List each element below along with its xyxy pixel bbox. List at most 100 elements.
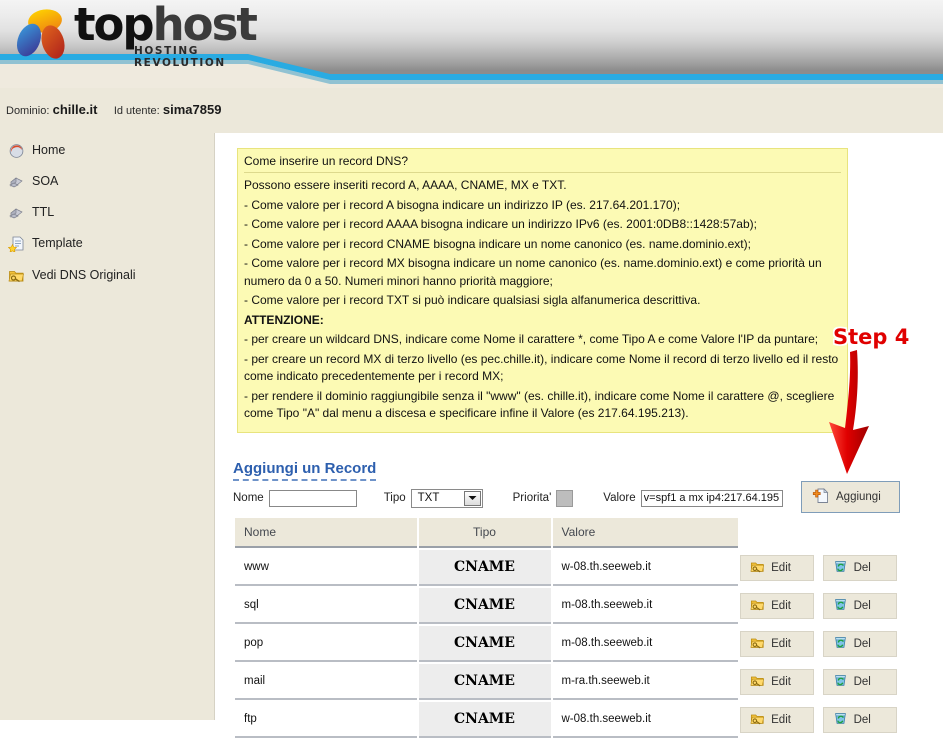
table-row: mail CNAME m-ra.th.seeweb.it Edit — [235, 664, 903, 700]
delete-button[interactable]: Del — [823, 669, 897, 695]
column-header-nome: Nome — [235, 518, 417, 548]
red-down-arrow-icon — [823, 348, 893, 478]
brand-wordmark: tophost HOSTING REVOLUTION — [74, 2, 258, 69]
delete-button[interactable]: Del — [823, 555, 897, 581]
user-value: sima7859 — [163, 102, 222, 117]
delete-button[interactable]: Del — [823, 593, 897, 619]
add-record-button-label: Aggiungi — [836, 491, 881, 503]
table-row: www CNAME w-08.th.seeweb.it Edit — [235, 550, 903, 586]
valore-input[interactable] — [641, 490, 783, 507]
sidebar-item-template[interactable]: Template — [8, 232, 83, 254]
sidebar-item-soa[interactable]: SOA — [8, 170, 58, 192]
edit-button[interactable]: Edit — [740, 593, 814, 619]
cell-tipo: CNAME — [419, 588, 551, 624]
cell-edit-action: Edit — [740, 702, 820, 738]
dns-help-infobox: Come inserire un record DNS? Possono ess… — [237, 148, 848, 433]
cell-nome: www — [235, 550, 417, 586]
cell-del-action: Del — [823, 664, 903, 700]
valore-label: Valore — [603, 492, 635, 504]
recycle-bin-icon — [833, 597, 848, 615]
domain-label: Dominio: — [6, 105, 49, 117]
chevron-down-icon[interactable] — [464, 491, 481, 506]
delete-button-label: Del — [854, 676, 871, 688]
folder-key-icon — [750, 673, 765, 691]
sidebar-item-label: Template — [32, 236, 83, 250]
recycle-bin-icon — [833, 559, 848, 577]
brand-logo[interactable]: tophost HOSTING REVOLUTION — [8, 4, 258, 64]
folder-key-icon — [750, 559, 765, 577]
sidebar-nav: Home SOA TTL T — [0, 133, 215, 720]
brand-name-bold: top — [74, 0, 153, 51]
cell-nome: sql — [235, 588, 417, 624]
edit-button[interactable]: Edit — [740, 555, 814, 581]
cell-edit-action: Edit — [740, 664, 820, 700]
priorita-input[interactable] — [556, 490, 573, 507]
cell-nome: mail — [235, 664, 417, 700]
folder-key-icon — [8, 267, 25, 284]
add-record-button[interactable]: Aggiungi — [801, 481, 900, 513]
site-header: tophost HOSTING REVOLUTION — [0, 0, 943, 88]
home-globe-icon — [8, 142, 25, 159]
cell-valore: w-08.th.seeweb.it — [553, 550, 739, 586]
cell-tipo: CNAME — [419, 664, 551, 700]
brand-name-light: host — [153, 0, 256, 51]
infobox-line-attention: ATTENZIONE: — [244, 311, 841, 331]
nome-input[interactable] — [269, 490, 357, 507]
cell-valore: m-08.th.seeweb.it — [553, 588, 739, 624]
cell-del-action: Del — [823, 588, 903, 624]
infobox-title: Come inserire un record DNS? — [244, 152, 841, 173]
cell-del-action: Del — [823, 550, 903, 586]
edit-button-label: Edit — [771, 638, 791, 650]
edit-button-label: Edit — [771, 600, 791, 612]
cubes-icon — [8, 204, 25, 221]
cell-nome: ftp — [235, 702, 417, 738]
infobox-line: - Come valore per i record MX bisogna in… — [244, 254, 841, 291]
delete-button[interactable]: Del — [823, 631, 897, 657]
delete-button-label: Del — [854, 714, 871, 726]
cell-edit-action: Edit — [740, 550, 820, 586]
table-row: sql CNAME m-08.th.seeweb.it Edit — [235, 588, 903, 624]
column-header-actions — [740, 518, 820, 548]
sidebar-item-ttl[interactable]: TTL — [8, 201, 54, 223]
tipo-label: Tipo — [384, 492, 406, 504]
sidebar-item-label: SOA — [32, 174, 58, 188]
add-record-heading: Aggiungi un Record — [233, 460, 376, 481]
sidebar-item-label: Vedi DNS Originali — [32, 268, 136, 282]
delete-button-label: Del — [854, 562, 871, 574]
column-header-valore: Valore — [553, 518, 739, 548]
infobox-line: - per rendere il dominio raggiungibile s… — [244, 387, 841, 424]
edit-button[interactable]: Edit — [740, 631, 814, 657]
table-row: ftp CNAME w-08.th.seeweb.it Edit — [235, 702, 903, 738]
recycle-bin-icon — [833, 673, 848, 691]
sidebar-item-label: TTL — [32, 205, 54, 219]
folder-key-icon — [750, 635, 765, 653]
page-star-icon — [8, 235, 25, 252]
cell-tipo: CNAME — [419, 550, 551, 586]
edit-button[interactable]: Edit — [740, 669, 814, 695]
tipo-selected-value: TXT — [418, 492, 440, 504]
infobox-line: - per creare un record MX di terzo livel… — [244, 350, 841, 387]
delete-button-label: Del — [854, 638, 871, 650]
delete-button[interactable]: Del — [823, 707, 897, 733]
column-header-actions2 — [823, 518, 903, 548]
cubes-icon — [8, 173, 25, 190]
cell-valore: w-08.th.seeweb.it — [553, 702, 739, 738]
user-label: Id utente: — [114, 105, 160, 117]
infobox-line: - Come valore per i record AAAA bisogna … — [244, 215, 841, 235]
folder-key-icon — [750, 597, 765, 615]
tipo-select[interactable]: TXT — [411, 489, 483, 508]
edit-button[interactable]: Edit — [740, 707, 814, 733]
sidebar-item-home[interactable]: Home — [8, 139, 65, 161]
step-4-annotation-label: Step 4 — [833, 325, 909, 349]
delete-button-label: Del — [854, 600, 871, 612]
tophost-logo-icon — [12, 7, 74, 62]
cell-valore: m-ra.th.seeweb.it — [553, 664, 739, 700]
cell-tipo: CNAME — [419, 626, 551, 662]
sidebar-item-vedi-dns-originali[interactable]: Vedi DNS Originali — [8, 264, 136, 286]
column-header-tipo: Tipo — [419, 518, 551, 548]
sidebar-item-label: Home — [32, 143, 65, 157]
dns-records-table: Nome Tipo Valore www CNAME w-08.th.seewe… — [233, 516, 905, 740]
priorita-label: Priorita' — [513, 492, 552, 504]
add-page-icon — [812, 487, 829, 507]
domain-value: chille.it — [53, 102, 98, 117]
